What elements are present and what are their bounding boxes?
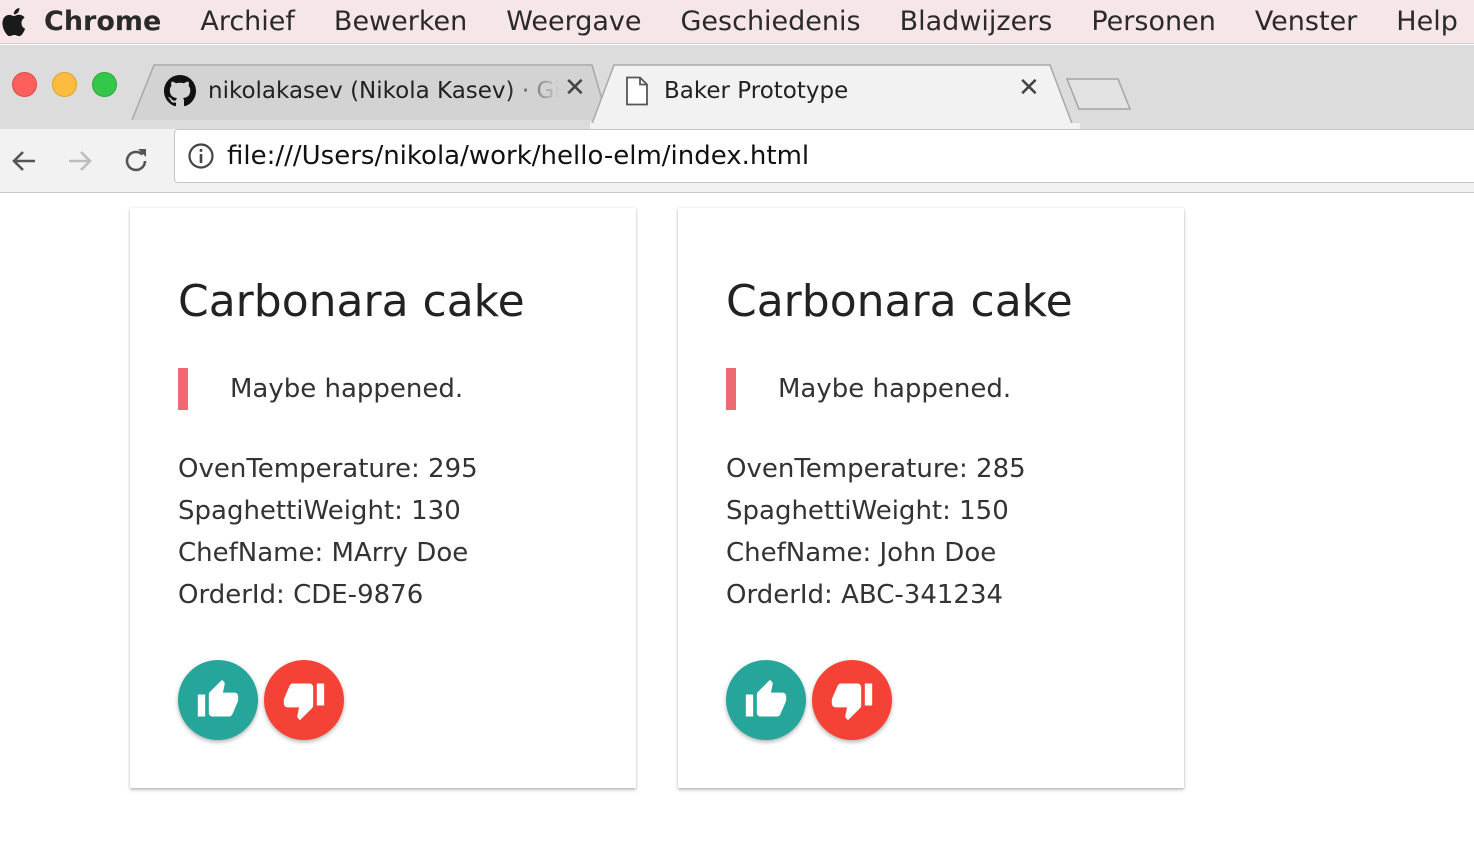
thumbs-up-icon: [745, 679, 787, 717]
menu-help[interactable]: Help: [1396, 6, 1458, 37]
tab-baker-close-icon[interactable]: ✕: [1018, 73, 1040, 103]
menu-bladwijzers[interactable]: Bladwijzers: [900, 6, 1053, 37]
reload-icon: [125, 149, 147, 172]
back-button[interactable]: [4, 141, 44, 181]
prop-chef-name: ChefName: John Doe: [726, 538, 997, 568]
menu-weergave[interactable]: Weergave: [506, 6, 641, 37]
arrow-right-icon: [69, 151, 92, 171]
status-quote: Maybe happened.: [726, 368, 1011, 410]
tab-strip: nikolakasev (Nikola Kasev) · GitHub ✕ Ba…: [0, 45, 1474, 129]
status-quote: Maybe happened.: [178, 368, 463, 410]
address-bar[interactable]: file:///Users/nikola/work/hello-elm/inde…: [174, 129, 1474, 183]
prop-oven-temperature: OvenTemperature: 285: [726, 454, 1026, 484]
card-title: Carbonara cake: [178, 276, 525, 327]
window-zoom-button[interactable]: [92, 72, 117, 97]
window-close-button[interactable]: [12, 72, 37, 97]
menu-venster[interactable]: Venster: [1255, 6, 1357, 37]
card-actions: [178, 660, 350, 740]
window-minimize-button[interactable]: [52, 72, 77, 97]
apple-logo-icon[interactable]: [0, 0, 26, 44]
reject-button[interactable]: [812, 660, 892, 740]
thumbs-down-icon: [831, 683, 873, 721]
prop-spaghetti-weight: SpaghettiWeight: 150: [726, 496, 1009, 526]
tab-baker-prototype[interactable]: Baker Prototype ✕: [590, 63, 1080, 129]
approve-button[interactable]: [178, 660, 258, 740]
order-card: Carbonara cake Maybe happened. OvenTempe…: [130, 208, 636, 788]
prop-chef-name: ChefName: MArry Doe: [178, 538, 469, 568]
order-card: Carbonara cake Maybe happened. OvenTempe…: [678, 208, 1184, 788]
prop-oven-temperature: OvenTemperature: 295: [178, 454, 478, 484]
status-indicator-bar: [178, 368, 188, 410]
tab-github-close-icon[interactable]: ✕: [564, 73, 586, 103]
reload-button[interactable]: [116, 141, 156, 181]
arrow-left-icon: [12, 151, 35, 171]
prop-order-id: OrderId: CDE-9876: [178, 580, 424, 610]
card-actions: [726, 660, 898, 740]
status-text: Maybe happened.: [778, 374, 1012, 404]
tab-github-title: nikolakasev (Nikola Kasev) · GitHub: [208, 78, 560, 104]
macos-menu-bar: Chrome Archief Bewerken Weergave Geschie…: [0, 0, 1474, 44]
forward-button[interactable]: [60, 141, 100, 181]
card-properties: OvenTemperature: 285 SpaghettiWeight: 15…: [726, 448, 1026, 616]
tab-github[interactable]: nikolakasev (Nikola Kasev) · GitHub ✕: [130, 63, 610, 129]
info-icon[interactable]: [187, 142, 215, 170]
document-icon: [624, 76, 650, 106]
address-url: file:///Users/nikola/work/hello-elm/inde…: [227, 141, 810, 171]
status-text: Maybe happened.: [230, 374, 464, 404]
menu-bewerken[interactable]: Bewerken: [334, 6, 467, 37]
thumbs-up-icon: [197, 679, 239, 717]
card-title: Carbonara cake: [726, 276, 1073, 327]
tab-baker-title: Baker Prototype: [664, 78, 849, 104]
page-content: Carbonara cake Maybe happened. OvenTempe…: [0, 194, 1474, 856]
status-indicator-bar: [726, 368, 736, 410]
prop-spaghetti-weight: SpaghettiWeight: 130: [178, 496, 461, 526]
reject-button[interactable]: [264, 660, 344, 740]
new-tab-button[interactable]: [1064, 77, 1134, 113]
menu-geschiedenis[interactable]: Geschiedenis: [681, 6, 861, 37]
menu-personen[interactable]: Personen: [1091, 6, 1215, 37]
new-tab-shape: [1065, 78, 1132, 110]
card-properties: OvenTemperature: 295 SpaghettiWeight: 13…: [178, 448, 478, 616]
approve-button[interactable]: [726, 660, 806, 740]
prop-order-id: OrderId: ABC-341234: [726, 580, 1004, 610]
github-icon: [164, 75, 196, 107]
menu-app-chrome[interactable]: Chrome: [44, 6, 161, 37]
menu-archief[interactable]: Archief: [200, 6, 295, 37]
thumbs-down-icon: [283, 683, 325, 721]
browser-toolbar: file:///Users/nikola/work/hello-elm/inde…: [0, 129, 1474, 193]
